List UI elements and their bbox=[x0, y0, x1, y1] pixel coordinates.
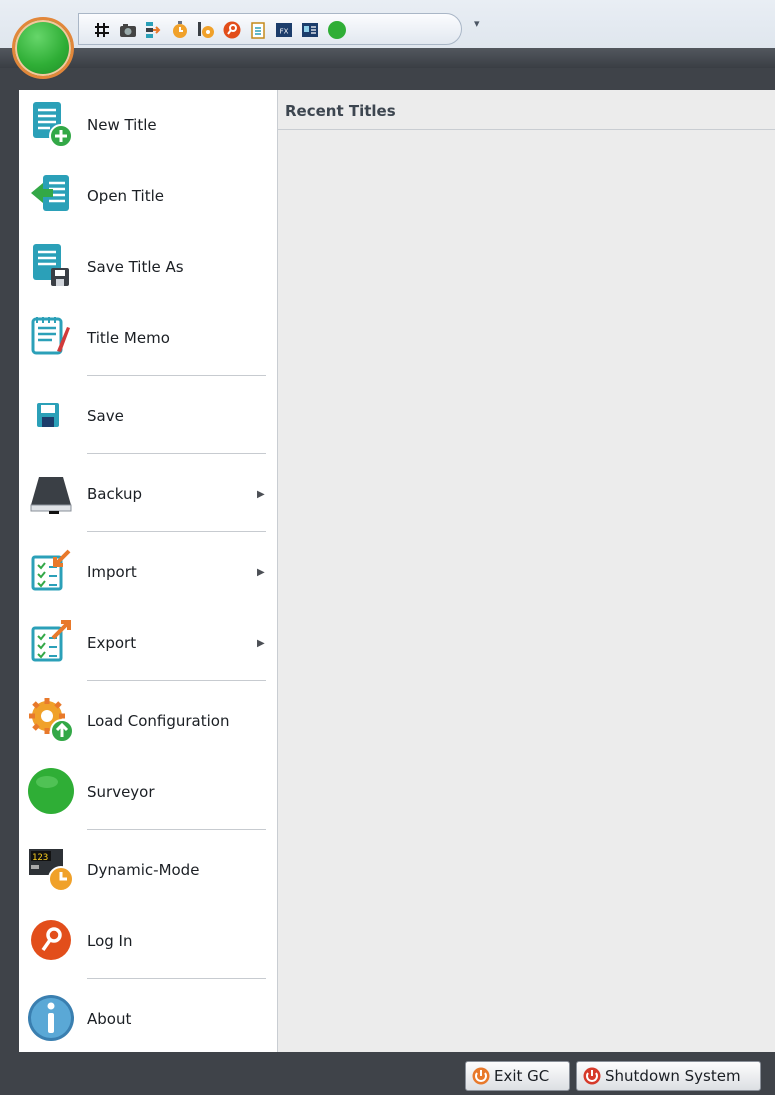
card-icon[interactable] bbox=[301, 21, 319, 39]
save-title-as-icon bbox=[33, 244, 69, 286]
menu-item-dynamic-mode[interactable]: 123 Dynamic-Mode bbox=[19, 839, 278, 901]
power-icon bbox=[583, 1067, 601, 1085]
menu-item-backup[interactable]: Backup ▶ bbox=[19, 463, 278, 525]
submenu-arrow-icon: ▶ bbox=[257, 566, 265, 578]
title-memo-icon bbox=[31, 317, 70, 355]
fx-icon[interactable]: FX bbox=[275, 21, 293, 39]
load-configuration-icon bbox=[29, 698, 74, 743]
timer-icon[interactable] bbox=[171, 21, 189, 39]
exit-icon bbox=[472, 1067, 490, 1085]
menu-item-label: Backup bbox=[87, 485, 142, 503]
svg-text:123: 123 bbox=[32, 853, 48, 863]
menu-separator bbox=[87, 680, 266, 681]
green-dot-icon[interactable] bbox=[327, 20, 347, 40]
open-title-icon bbox=[31, 175, 69, 211]
menu-item-label: New Title bbox=[87, 116, 157, 134]
camera-icon[interactable] bbox=[119, 21, 137, 39]
menu-item-title-memo[interactable]: Title Memo bbox=[19, 307, 278, 369]
submenu-arrow-icon: ▶ bbox=[257, 637, 265, 649]
new-title-icon bbox=[33, 102, 73, 148]
menu-item-label: Open Title bbox=[87, 187, 164, 205]
menu-item-about[interactable]: About bbox=[19, 988, 278, 1050]
backup-drive-icon bbox=[30, 477, 72, 514]
timer-settings-icon[interactable] bbox=[197, 21, 215, 39]
flow-icon[interactable] bbox=[145, 21, 163, 39]
surveyor-icon bbox=[28, 768, 74, 814]
submenu-arrow-icon: ▶ bbox=[257, 488, 265, 500]
about-info-icon bbox=[28, 995, 74, 1041]
menu-item-label: Title Memo bbox=[87, 329, 170, 347]
menu-item-save[interactable]: Save bbox=[19, 385, 278, 447]
menu-separator bbox=[87, 531, 266, 532]
window-frame-top bbox=[0, 48, 775, 68]
menu-item-label: Save Title As bbox=[87, 258, 184, 276]
quick-access-toolbar: FX bbox=[78, 13, 462, 45]
key-icon[interactable] bbox=[223, 21, 241, 39]
save-icon bbox=[37, 403, 59, 427]
menu-separator bbox=[87, 829, 266, 830]
menu-item-label: Save bbox=[87, 407, 124, 425]
menu-item-new-title[interactable]: New Title bbox=[19, 94, 278, 156]
menu-item-export[interactable]: Export ▶ bbox=[19, 612, 278, 674]
application-menu-list: New Title Open Title Save Title As Title… bbox=[19, 90, 278, 1052]
menu-item-label: Import bbox=[87, 563, 137, 581]
shutdown-system-button[interactable]: Shutdown System bbox=[576, 1061, 761, 1091]
grid-icon[interactable] bbox=[93, 21, 111, 39]
exit-gc-button[interactable]: Exit GC bbox=[465, 1061, 570, 1091]
clipboard-icon[interactable] bbox=[249, 21, 267, 39]
export-icon bbox=[31, 620, 71, 662]
svg-text:FX: FX bbox=[280, 28, 289, 36]
menu-separator bbox=[87, 453, 266, 454]
shutdown-system-label: Shutdown System bbox=[605, 1067, 741, 1085]
menu-item-label: About bbox=[87, 1010, 132, 1028]
menu-item-open-title[interactable]: Open Title bbox=[19, 165, 278, 227]
recent-titles-pane: Recent Titles bbox=[278, 90, 775, 1052]
menu-item-save-title-as[interactable]: Save Title As bbox=[19, 236, 278, 298]
menu-item-import[interactable]: Import ▶ bbox=[19, 541, 278, 603]
menu-separator bbox=[87, 978, 266, 979]
menu-separator bbox=[87, 375, 266, 376]
menu-item-log-in[interactable]: Log In bbox=[19, 910, 278, 972]
menu-item-label: Export bbox=[87, 634, 137, 652]
customize-toolbar-button[interactable]: ▾ bbox=[474, 17, 480, 30]
menu-item-label: Log In bbox=[87, 932, 133, 950]
application-menu-button[interactable] bbox=[12, 17, 74, 79]
login-key-icon bbox=[31, 920, 71, 960]
exit-gc-label: Exit GC bbox=[494, 1067, 550, 1085]
menu-item-label: Load Configuration bbox=[87, 712, 230, 730]
menu-item-label: Dynamic-Mode bbox=[87, 861, 200, 879]
recent-titles-header: Recent Titles bbox=[278, 90, 775, 130]
menu-item-load-configuration[interactable]: Load Configuration bbox=[19, 690, 278, 752]
dynamic-mode-icon: 123 bbox=[29, 849, 74, 892]
menu-item-surveyor[interactable]: Surveyor bbox=[19, 761, 278, 823]
import-icon bbox=[31, 549, 71, 591]
menu-item-label: Surveyor bbox=[87, 783, 155, 801]
